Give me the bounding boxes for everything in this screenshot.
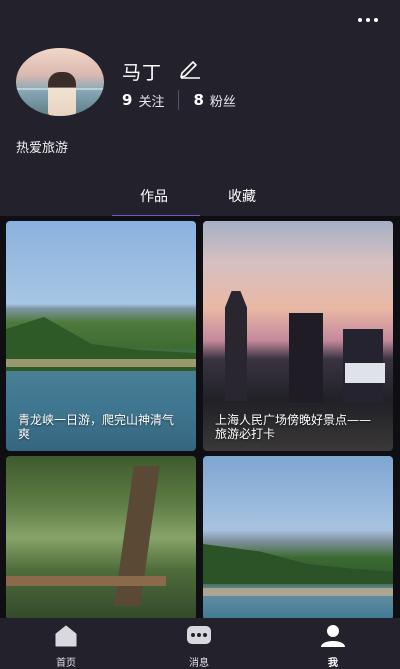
post-card[interactable] bbox=[203, 456, 393, 618]
content-tabs: 作品 收藏 bbox=[0, 186, 400, 217]
followers-count[interactable]: 8 bbox=[193, 91, 203, 109]
edit-icon[interactable] bbox=[178, 57, 202, 79]
followers-label[interactable]: 粉丝 bbox=[210, 91, 236, 110]
stat-divider bbox=[178, 90, 180, 110]
nav-me-label: 我 bbox=[328, 658, 338, 669]
profile-name: 马丁 bbox=[122, 62, 163, 84]
nav-me[interactable]: 我 bbox=[293, 618, 373, 669]
home-icon bbox=[55, 625, 77, 647]
post-card[interactable] bbox=[6, 456, 196, 618]
nav-messages[interactable]: 消息 bbox=[159, 618, 239, 669]
following-label[interactable]: 关注 bbox=[138, 91, 164, 110]
avatar[interactable] bbox=[16, 48, 104, 116]
post-caption: 上海人民广场傍晚好景点——旅游必打卡 bbox=[215, 413, 372, 441]
post-card[interactable]: 青龙峡一日游，爬完山神清气爽 bbox=[6, 221, 196, 451]
post-card[interactable]: 上海人民广场傍晚好景点——旅游必打卡 bbox=[203, 221, 393, 451]
user-icon bbox=[321, 625, 345, 647]
posts-grid: 青龙峡一日游，爬完山神清气爽 上海人民广场傍晚好景点——旅游必打卡 bbox=[0, 216, 400, 618]
tab-works[interactable]: 作品 bbox=[140, 186, 168, 206]
following-count[interactable]: 9 bbox=[122, 91, 132, 109]
profile-stats: 9 关注 8 粉丝 bbox=[122, 90, 236, 110]
nav-messages-label: 消息 bbox=[189, 658, 209, 669]
nav-home[interactable]: 首页 bbox=[26, 618, 106, 669]
more-options-icon[interactable] bbox=[358, 14, 378, 26]
message-icon bbox=[187, 626, 211, 644]
nav-home-label: 首页 bbox=[56, 658, 76, 669]
bottom-nav: 首页 消息 我 bbox=[0, 618, 400, 669]
post-caption: 青龙峡一日游，爬完山神清气爽 bbox=[18, 413, 175, 441]
tab-favorites[interactable]: 收藏 bbox=[228, 186, 256, 206]
profile-bio: 热爱旅游 bbox=[16, 141, 69, 156]
